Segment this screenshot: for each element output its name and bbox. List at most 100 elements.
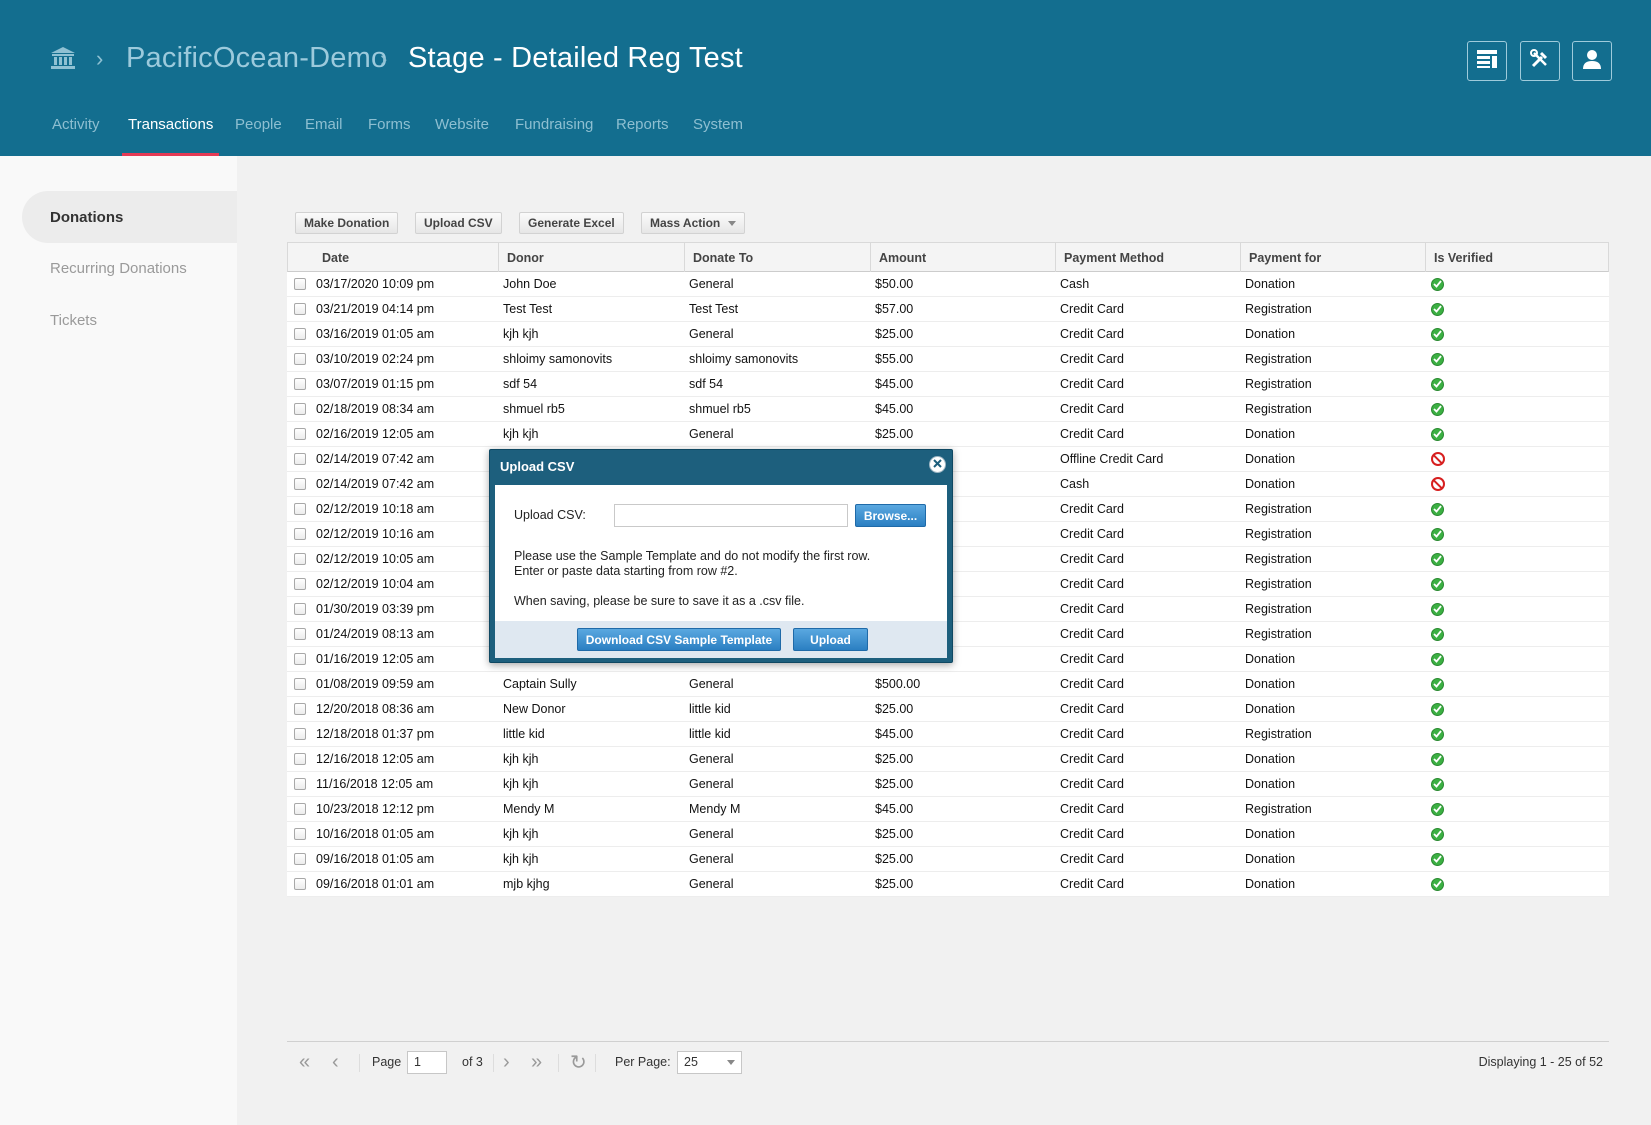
table-row[interactable]: 10/23/2018 12:12 pm Mendy M Mendy M $45.00 C… bbox=[287, 797, 1609, 822]
verified-check-icon bbox=[1431, 277, 1444, 291]
tools-button[interactable] bbox=[1520, 41, 1560, 81]
row-checkbox[interactable] bbox=[294, 453, 306, 465]
cell-payment-method: Cash bbox=[1060, 477, 1090, 491]
previous-page-icon[interactable]: ‹ bbox=[332, 1042, 339, 1082]
table-row[interactable]: 03/21/2019 04:14 pm Test Test Test Test $57… bbox=[287, 297, 1609, 322]
cell-amount: $57.00 bbox=[875, 302, 914, 316]
cell-payment-for: Donation bbox=[1245, 452, 1296, 466]
refresh-icon[interactable]: ↻ bbox=[570, 1042, 587, 1082]
cell-payment-for: Donation bbox=[1245, 827, 1296, 841]
row-checkbox[interactable] bbox=[294, 703, 306, 715]
table-row[interactable]: 02/16/2019 12:05 am kjh kjh General $25.00 C… bbox=[287, 422, 1609, 447]
cell-payment-for: Donation bbox=[1245, 477, 1296, 491]
column-header-is-verified[interactable]: Is Verified bbox=[1425, 243, 1610, 272]
next-page-icon[interactable]: › bbox=[503, 1042, 510, 1082]
row-checkbox[interactable] bbox=[294, 278, 306, 290]
nav-people[interactable]: People bbox=[235, 116, 282, 156]
nav-fundraising[interactable]: Fundraising bbox=[515, 116, 593, 156]
row-checkbox[interactable] bbox=[294, 478, 306, 490]
verified-check-icon bbox=[1431, 777, 1444, 791]
cell-payment-method: Credit Card bbox=[1060, 652, 1124, 666]
column-header-payment-method[interactable]: Payment Method bbox=[1055, 243, 1240, 272]
row-checkbox[interactable] bbox=[294, 828, 306, 840]
table-row[interactable]: 01/08/2019 09:59 am Captain Sully General $… bbox=[287, 672, 1609, 697]
row-checkbox[interactable] bbox=[294, 503, 306, 515]
make-donation-button[interactable]: Make Donation bbox=[295, 212, 399, 234]
close-button[interactable] bbox=[929, 456, 946, 473]
table-row[interactable]: 10/16/2018 01:05 am kjh kjh General $25.00 C… bbox=[287, 822, 1609, 847]
row-checkbox[interactable] bbox=[294, 803, 306, 815]
table-row[interactable]: 09/16/2018 01:01 am mjb kjhg General $25.00… bbox=[287, 872, 1609, 897]
nav-activity[interactable]: Activity bbox=[52, 116, 100, 156]
row-checkbox[interactable] bbox=[294, 778, 306, 790]
user-icon bbox=[1583, 49, 1601, 74]
user-button[interactable] bbox=[1572, 41, 1612, 81]
table-row[interactable]: 03/16/2019 01:05 am kjh kjh General $25.00 C… bbox=[287, 322, 1609, 347]
cell-date: 03/17/2020 10:09 pm bbox=[316, 277, 435, 291]
table-row[interactable]: 03/07/2019 01:15 pm sdf 54 sdf 54 $45.00 Cre… bbox=[287, 372, 1609, 397]
row-checkbox[interactable] bbox=[294, 528, 306, 540]
cell-date: 09/16/2018 01:01 am bbox=[316, 877, 435, 891]
table-row[interactable]: 12/18/2018 01:37 pm little kid little kid $… bbox=[287, 722, 1609, 747]
table-row[interactable]: 02/18/2019 08:34 am shmuel rb5 shmuel rb5 $… bbox=[287, 397, 1609, 422]
table-row[interactable]: 03/17/2020 10:09 pm John Doe General $50.00… bbox=[287, 272, 1609, 297]
row-checkbox[interactable] bbox=[294, 678, 306, 690]
row-checkbox[interactable] bbox=[294, 728, 306, 740]
cell-date: 01/16/2019 12:05 am bbox=[316, 652, 435, 666]
row-checkbox[interactable] bbox=[294, 328, 306, 340]
row-checkbox[interactable] bbox=[294, 628, 306, 640]
upload-csv-button[interactable]: Upload CSV bbox=[415, 212, 502, 234]
row-checkbox[interactable] bbox=[294, 553, 306, 565]
sidebar-item-donations[interactable]: Donations bbox=[22, 191, 237, 243]
row-checkbox[interactable] bbox=[294, 428, 306, 440]
table-row[interactable]: 12/16/2018 12:05 am kjh kjh General $25.00 C… bbox=[287, 747, 1609, 772]
cell-amount: $50.00 bbox=[875, 277, 914, 291]
table-row[interactable]: 03/10/2019 02:24 pm shloimy samonovits shl… bbox=[287, 347, 1609, 372]
row-checkbox[interactable] bbox=[294, 878, 306, 890]
row-checkbox[interactable] bbox=[294, 653, 306, 665]
cell-date: 01/30/2019 03:39 pm bbox=[316, 602, 435, 616]
row-checkbox[interactable] bbox=[294, 603, 306, 615]
table-row[interactable]: 11/16/2018 12:05 am kjh kjh General $25.00 C… bbox=[287, 772, 1609, 797]
page-number-input[interactable]: 1 bbox=[407, 1050, 447, 1074]
browse-button[interactable]: Browse... bbox=[855, 504, 926, 527]
first-page-icon[interactable]: « bbox=[299, 1042, 310, 1082]
row-checkbox[interactable] bbox=[294, 353, 306, 365]
row-checkbox[interactable] bbox=[294, 853, 306, 865]
download-template-button[interactable]: Download CSV Sample Template bbox=[577, 628, 781, 651]
row-checkbox[interactable] bbox=[294, 403, 306, 415]
sidebar-item-tickets[interactable]: Tickets bbox=[22, 294, 237, 346]
column-header-date[interactable]: Date bbox=[314, 243, 498, 272]
table-row[interactable]: 12/20/2018 08:36 am New Donor little kid $2… bbox=[287, 697, 1609, 722]
nav-website[interactable]: Website bbox=[435, 116, 489, 156]
cell-donor: kjh kjh bbox=[503, 852, 539, 866]
mass-action-button[interactable]: Mass Action bbox=[641, 212, 746, 234]
column-header-donate-to[interactable]: Donate To bbox=[684, 243, 870, 272]
generate-excel-button[interactable]: Generate Excel bbox=[519, 212, 624, 234]
nav-email[interactable]: Email bbox=[305, 116, 343, 156]
breadcrumb-org[interactable]: PacificOcean-Demo bbox=[126, 42, 387, 75]
row-checkbox[interactable] bbox=[294, 753, 306, 765]
upload-button[interactable]: Upload bbox=[793, 628, 868, 651]
table-row[interactable]: 09/16/2018 01:05 am kjh kjh General $25.00 C… bbox=[287, 847, 1609, 872]
row-checkbox[interactable] bbox=[294, 303, 306, 315]
column-header-payment-for[interactable]: Payment for bbox=[1240, 243, 1425, 272]
column-header-donor[interactable]: Donor bbox=[498, 243, 684, 272]
layout-button[interactable] bbox=[1467, 41, 1507, 81]
nav-reports[interactable]: Reports bbox=[616, 116, 669, 156]
nav-transactions[interactable]: Transactions bbox=[121, 116, 220, 156]
cell-amount: $25.00 bbox=[875, 327, 914, 341]
bank-icon[interactable] bbox=[50, 46, 76, 70]
column-header-amount[interactable]: Amount bbox=[870, 243, 1055, 272]
nav-system[interactable]: System bbox=[693, 116, 743, 156]
cell-payment-method: Credit Card bbox=[1060, 877, 1124, 891]
sidebar-item-recurring-donations[interactable]: Recurring Donations bbox=[22, 242, 237, 294]
cell-amount: $45.00 bbox=[875, 802, 914, 816]
row-checkbox[interactable] bbox=[294, 578, 306, 590]
row-checkbox[interactable] bbox=[294, 378, 306, 390]
nav-forms[interactable]: Forms bbox=[368, 116, 411, 156]
per-page-select[interactable]: 25 bbox=[677, 1050, 742, 1074]
cell-payment-for: Registration bbox=[1245, 627, 1312, 641]
last-page-icon[interactable]: » bbox=[531, 1042, 542, 1082]
file-path-input[interactable] bbox=[614, 504, 848, 527]
